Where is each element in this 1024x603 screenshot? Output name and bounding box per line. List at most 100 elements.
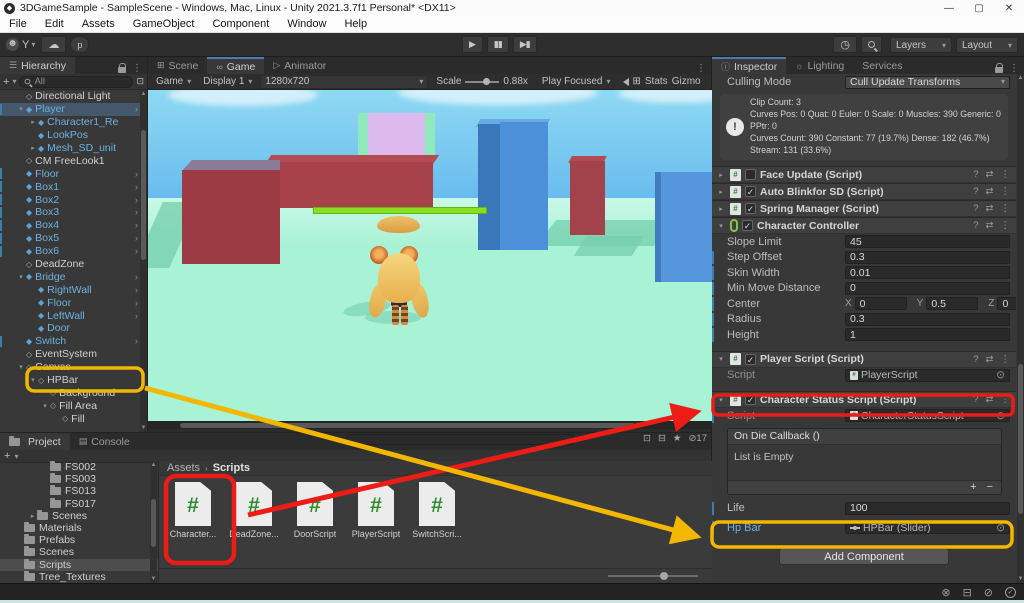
life-field[interactable]: 100 <box>845 501 1010 515</box>
hierarchy-item-switch[interactable]: ◆ Switch › <box>0 335 147 348</box>
folder-fs013[interactable]: FS013 <box>0 485 158 497</box>
component-checkbox[interactable]: ✓ <box>742 220 753 231</box>
mute-audio-icon[interactable] <box>619 77 629 86</box>
object-picker-icon[interactable]: ⊙ <box>996 522 1005 534</box>
tab-inspector[interactable]: ⓘ Inspector <box>712 57 787 74</box>
prefab-open-arrow-icon[interactable]: › <box>135 195 138 205</box>
folder-fs017[interactable]: FS017 <box>0 497 158 510</box>
version-control-button[interactable]: p <box>70 36 90 53</box>
help-icon[interactable]: ? <box>973 203 978 214</box>
game-viewport[interactable] <box>148 90 712 421</box>
asset-switchscri-[interactable]: # SwitchScri... <box>411 482 463 539</box>
hierarchy-item-cm-freelook1[interactable]: ◇ CM FreeLook1 <box>0 154 147 167</box>
help-icon[interactable]: ? <box>973 220 978 231</box>
hierarchy-item-deadzone[interactable]: ◇ DeadZone <box>0 258 147 271</box>
close-button[interactable]: ✕ <box>994 3 1024 14</box>
menu-assets[interactable]: Assets <box>73 18 124 30</box>
prefab-open-arrow-icon[interactable]: › <box>135 104 138 114</box>
component-checkbox[interactable]: ✓ <box>745 394 756 405</box>
component-checkbox[interactable]: ✓ <box>745 203 756 214</box>
resolution-dropdown[interactable]: 1280x720 ▾ <box>260 74 429 89</box>
tab-animator[interactable]: ▷ Animator <box>264 57 335 74</box>
kebab-menu-icon[interactable]: ⋮ <box>132 63 142 74</box>
component-checkbox[interactable]: ✓ <box>745 353 756 365</box>
pause-button[interactable]: ▮▮ <box>486 36 509 53</box>
tab-game[interactable]: ∞ Game <box>207 57 265 74</box>
menu-edit[interactable]: Edit <box>36 18 73 30</box>
hierarchy-item-door[interactable]: ◆ Door <box>0 322 147 335</box>
expander-icon[interactable]: ▸ <box>716 188 726 196</box>
layout-dropdown[interactable]: Layout ▾ <box>956 36 1018 53</box>
prefab-open-arrow-icon[interactable]: › <box>135 220 138 230</box>
add-component-button[interactable]: Add Component <box>779 547 949 565</box>
search-by-type-icon[interactable]: ⊡ <box>643 433 651 444</box>
hidden-count-badge[interactable]: ⊘17 <box>688 433 707 444</box>
asset-doorscript[interactable]: # DoorScript <box>289 482 341 539</box>
folder-scenes[interactable]: Scenes <box>0 546 158 558</box>
tab-services[interactable]: Services <box>853 57 911 74</box>
step-button[interactable]: ▶▮ <box>512 36 537 53</box>
thumbnail-zoom-slider[interactable] <box>608 572 698 580</box>
hierarchy-item-background[interactable]: ◇ Background <box>0 386 147 399</box>
menu-gameobject[interactable]: GameObject <box>124 18 204 30</box>
culling-mode-dropdown[interactable]: Cull Update Transforms ▾ <box>845 75 1010 89</box>
tab-console[interactable]: ▤ Console <box>70 433 139 450</box>
prefab-open-arrow-icon[interactable]: › <box>135 233 138 243</box>
expander-icon[interactable]: ▾ <box>16 105 26 113</box>
expander-icon[interactable]: ▸ <box>28 118 38 126</box>
help-icon[interactable]: ? <box>973 394 978 405</box>
expander-icon[interactable]: ▸ <box>716 171 726 179</box>
presets-icon[interactable]: ⇄ <box>986 169 994 180</box>
menu-file[interactable]: File <box>0 18 36 30</box>
kebab-menu-icon[interactable]: ⋮ <box>1001 354 1011 365</box>
prefab-open-arrow-icon[interactable]: › <box>135 246 138 256</box>
prefab-open-arrow-icon[interactable]: › <box>135 311 138 321</box>
component-spring-manager-script-[interactable]: ▸ # ✓ Spring Manager (Script)? ⇄ ⋮ <box>712 200 1016 217</box>
maximize-button[interactable]: ▢ <box>964 3 994 14</box>
game-horizontal-scrollbar[interactable] <box>148 421 712 429</box>
scale-slider[interactable] <box>465 78 500 85</box>
hierarchy-item-fill-area[interactable]: ▾ ◇ Fill Area <box>0 399 147 412</box>
hierarchy-item-hpbar[interactable]: ▾ ◇ HPBar <box>0 374 147 387</box>
expander-icon[interactable]: ▾ <box>28 376 38 384</box>
character-status-script-object-field[interactable]: # CharacterStatusScript ⊙ <box>845 409 1010 423</box>
inspector-scrollbar[interactable]: ▲ ▼ <box>1017 74 1024 583</box>
hierarchy-item-character1-re[interactable]: ▸ ◆ Character1_Re <box>0 116 147 129</box>
component-character-status-script[interactable]: ▾ # ✓ Character Status Script (Script) ?… <box>712 391 1016 408</box>
add-object-button[interactable]: + <box>3 76 9 88</box>
component-checkbox[interactable]: ✓ <box>745 186 756 197</box>
folder-fs002[interactable]: FS002 <box>0 461 158 473</box>
kebab-menu-icon[interactable]: ⋮ <box>696 63 706 74</box>
search-button[interactable] <box>861 36 882 53</box>
vector-field-y[interactable]: 0.5 <box>926 297 979 311</box>
kebab-menu-icon[interactable]: ⋮ <box>1001 394 1011 405</box>
scroll-up-icon[interactable]: ▲ <box>150 462 157 468</box>
object-picker-icon[interactable]: ⊙ <box>996 369 1005 381</box>
lock-icon[interactable] <box>995 63 1003 73</box>
kebab-menu-icon[interactable]: ⋮ <box>1009 63 1019 74</box>
hierarchy-item-box5[interactable]: ◆ Box5 › <box>0 232 147 245</box>
vsync-monitor-icon[interactable]: ⊞ <box>633 76 641 87</box>
hierarchy-item-lookpos[interactable]: ◆ LookPos <box>0 129 147 142</box>
scroll-down-icon[interactable]: ▼ <box>1017 576 1024 582</box>
help-icon[interactable]: ? <box>973 354 978 365</box>
hierarchy-item-mesh-sd-unit[interactable]: ▸ ◆ Mesh_SD_unit <box>0 142 147 155</box>
package-visibility-icon[interactable]: ⊟ <box>658 433 666 444</box>
add-callback-button[interactable]: + <box>970 481 976 493</box>
expander-icon[interactable]: ▸ <box>716 205 726 213</box>
prefab-open-arrow-icon[interactable]: › <box>135 336 138 346</box>
hierarchy-item-canvas[interactable]: ▾ ◇ Canvas <box>0 361 147 374</box>
layers-dropdown[interactable]: Layers ▾ <box>890 36 952 53</box>
property-field[interactable]: 0 <box>845 281 1010 295</box>
hidden-objects-icon[interactable]: ⊘ <box>984 586 993 599</box>
folder-scenes[interactable]: ▸ Scenes <box>0 509 158 522</box>
menu-window[interactable]: Window <box>278 18 335 30</box>
prefab-open-arrow-icon[interactable]: › <box>135 182 138 192</box>
presets-icon[interactable]: ⇄ <box>986 354 994 365</box>
cloud-services-button[interactable]: ☁ <box>41 36 67 53</box>
display-dropdown[interactable]: Display 1 ▾ <box>199 75 256 89</box>
prefab-open-arrow-icon[interactable]: › <box>135 298 138 308</box>
asset-character-[interactable]: # Character... <box>167 482 219 539</box>
chevron-down-icon[interactable]: ▾ <box>12 77 16 86</box>
hierarchy-item-floor[interactable]: ◆ Floor › <box>0 167 147 180</box>
